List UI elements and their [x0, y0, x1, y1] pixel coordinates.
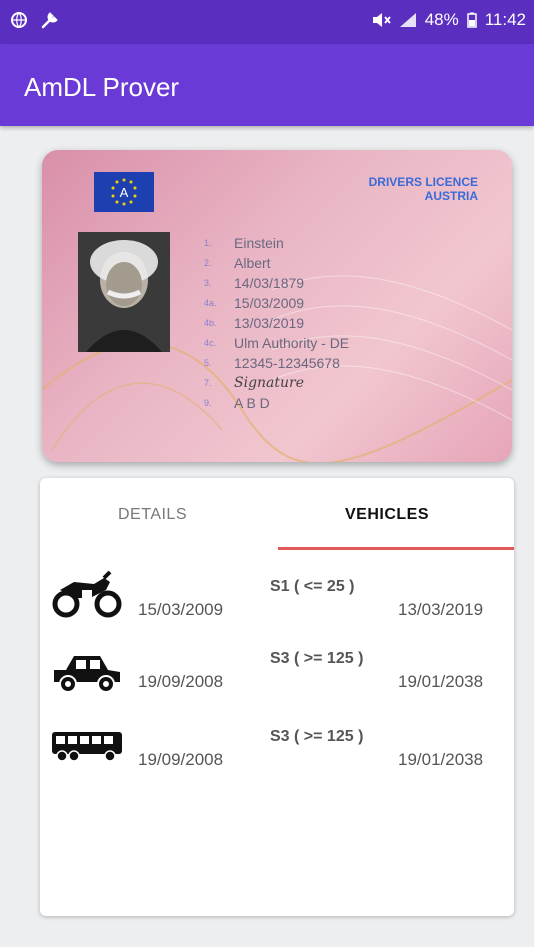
motorcycle-icon: [52, 570, 122, 618]
vehicle-row: S1 ( <= 25 ) 15/03/2009 13/03/2019: [40, 570, 514, 648]
app-bar: AmDL Prover: [0, 44, 534, 126]
bus-icon: [52, 732, 122, 762]
eu-flag-icon: A: [94, 172, 154, 212]
field-licence-number: 12345-12345678: [234, 355, 340, 371]
field-row: 4b. 13/03/2019: [204, 315, 305, 331]
field-signature: Signature: [234, 375, 305, 391]
license-fields: 1. Einstein 2. Albert 3. 14/03/1879 4a. …: [204, 233, 349, 413]
status-time: 11:42: [484, 10, 526, 29]
tab-indicator: [278, 547, 514, 550]
car-icon: [54, 656, 120, 693]
card-title-line2: AUSTRIA: [424, 189, 478, 203]
field-expiry-date: 13/03/2019: [234, 315, 305, 331]
tab-vehicles[interactable]: VEHICLES: [345, 506, 429, 524]
field-row: 4c. Ulm Authority - DE: [204, 335, 350, 351]
app-title: AmDL Prover: [24, 72, 180, 102]
field-categories: A B D: [234, 395, 270, 411]
tab-details[interactable]: DETAILS: [118, 506, 187, 524]
field-row: 7. Signature: [204, 375, 305, 391]
field-birth-date: 14/03/1879: [234, 275, 305, 291]
flag-letter: A: [120, 185, 129, 200]
vehicle-valid-from: 19/09/2008: [138, 750, 224, 769]
field-authority: Ulm Authority - DE: [234, 335, 350, 351]
field-row: 2. Albert: [204, 255, 271, 271]
globe-icon: [11, 12, 27, 28]
card-title: DRIVERS LICENCE AUSTRIA: [369, 175, 478, 203]
field-row: 9. A B D: [204, 395, 270, 411]
holder-photo: [78, 232, 170, 352]
battery-percent: 48%: [424, 10, 459, 29]
vehicle-row: S3 ( >= 125 ) 19/09/2008 19/01/2038: [40, 650, 514, 720]
signal-icon: [399, 13, 416, 27]
license-card: A DRIVERS LICENCE AUSTRIA 1. Einstein 2.…: [42, 150, 512, 462]
battery-icon: [466, 12, 477, 28]
vehicle-valid-to: 19/01/2038: [398, 672, 484, 691]
field-surname: Einstein: [234, 235, 284, 251]
card-title-line1: DRIVERS LICENCE: [368, 175, 478, 189]
vehicle-valid-from: 15/03/2009: [138, 600, 224, 619]
field-row: 3. 14/03/1879: [204, 275, 305, 291]
status-bar: 48% 11:42: [0, 0, 534, 44]
vehicle-valid-to: 19/01/2038: [398, 750, 484, 769]
mute-icon: [372, 13, 391, 27]
vehicle-row: S3 ( >= 125 ) 19/09/2008 19/01/2038: [40, 728, 514, 798]
field-issue-date: 15/03/2009: [234, 295, 305, 311]
field-row: 5. 12345-12345678: [204, 355, 340, 371]
vehicles-panel: DETAILS VEHICLES S1 ( <= 25 ) 15/03/2009…: [40, 478, 514, 916]
vehicle-valid-from: 19/09/2008: [138, 672, 224, 691]
field-given-name: Albert: [234, 255, 271, 271]
wrench-icon: [41, 12, 58, 29]
vehicle-category: S3 ( >= 125 ): [270, 728, 364, 745]
vehicle-category: S1 ( <= 25 ): [270, 578, 355, 595]
field-row: 4a. 15/03/2009: [204, 295, 305, 311]
vehicle-valid-to: 13/03/2019: [398, 600, 484, 619]
field-row: 1. Einstein: [204, 235, 284, 251]
vehicle-category: S3 ( >= 125 ): [270, 650, 364, 667]
